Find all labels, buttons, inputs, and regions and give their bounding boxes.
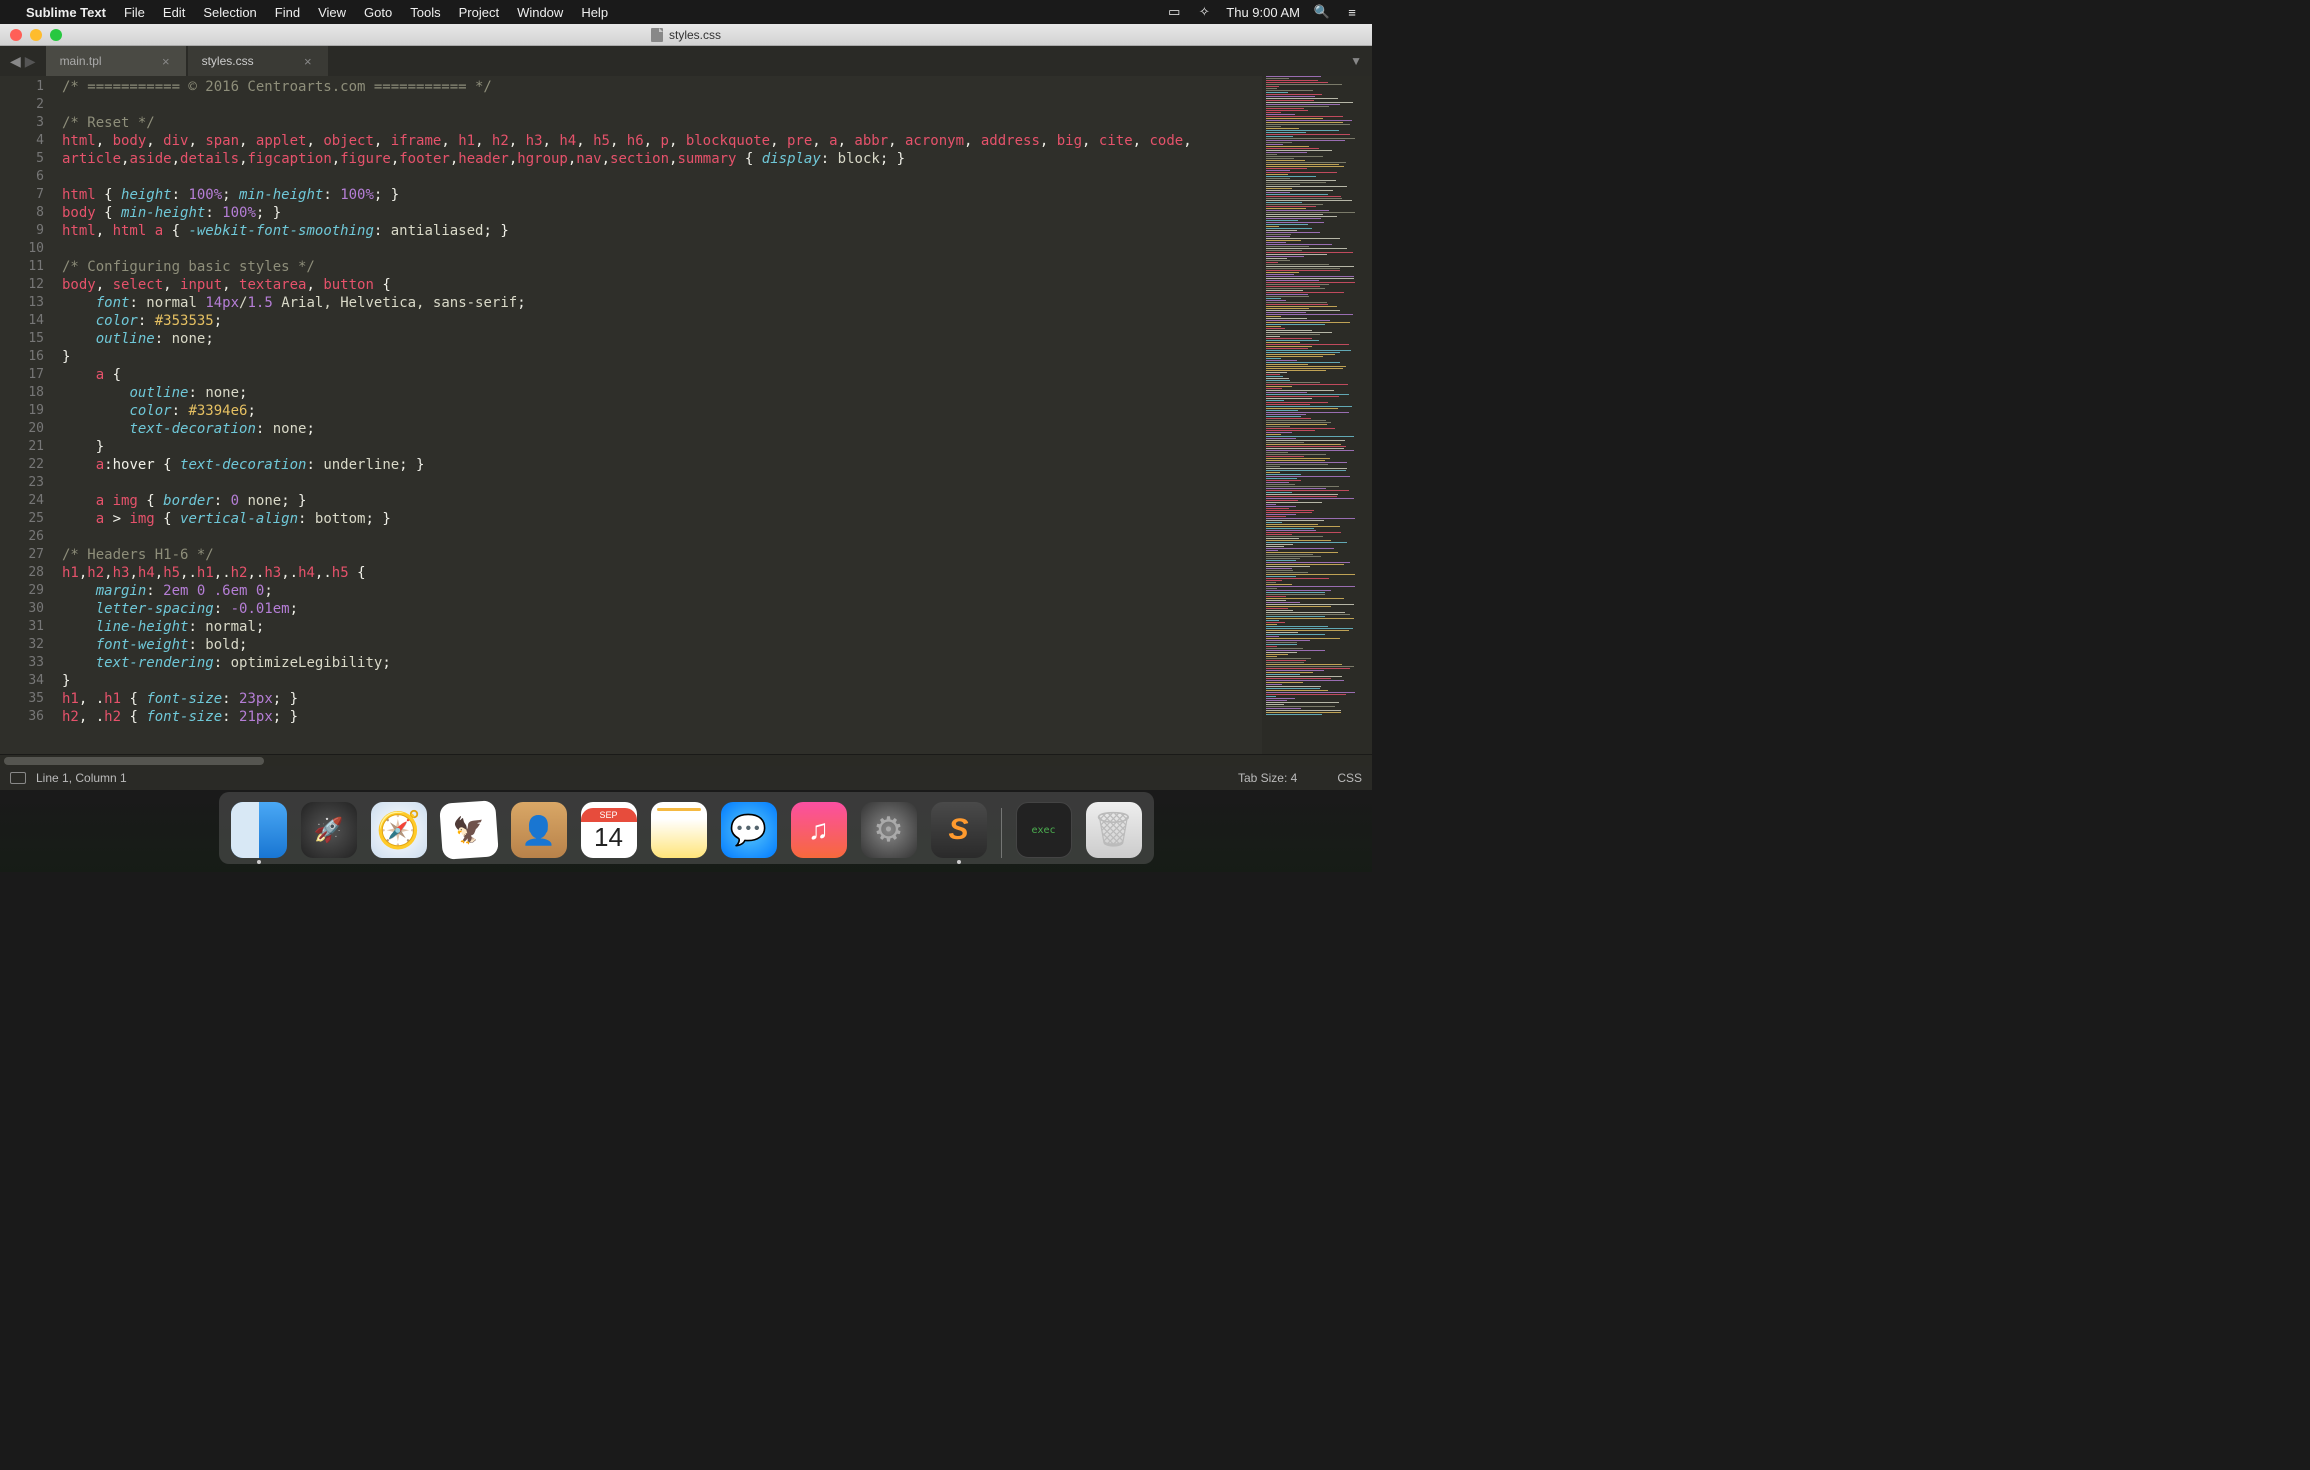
menu-find[interactable]: Find [275,5,300,20]
tab-styles-css[interactable]: styles.css × [188,46,328,76]
dock-system-preferences-icon[interactable] [861,802,917,858]
tab-strip: ◀ ▶ main.tpl × styles.css × ▼ [0,46,1372,76]
document-icon [651,28,663,42]
calendar-day: 14 [594,822,623,853]
tab-main-tpl[interactable]: main.tpl × [46,46,186,76]
menu-window[interactable]: Window [517,5,563,20]
forward-arrow-icon[interactable]: ▶ [25,53,36,70]
window-zoom-button[interactable] [50,29,62,41]
dock: SEP 14 [219,792,1154,864]
calendar-month: SEP [581,808,637,822]
window-title: styles.css [669,28,721,42]
menu-goto[interactable]: Goto [364,5,392,20]
menu-tools[interactable]: Tools [410,5,440,20]
minimap[interactable] [1262,76,1372,754]
menu-edit[interactable]: Edit [163,5,185,20]
tab-close-icon[interactable]: × [304,54,312,69]
dock-finder-icon[interactable] [231,802,287,858]
dock-messages-icon[interactable] [721,802,777,858]
app-name[interactable]: Sublime Text [26,5,106,20]
tab-label: main.tpl [60,54,144,68]
dock-calendar-icon[interactable]: SEP 14 [581,802,637,858]
panel-switcher-icon[interactable] [10,772,26,784]
menu-selection[interactable]: Selection [203,5,256,20]
window-minimize-button[interactable] [30,29,42,41]
window-titlebar: styles.css [0,24,1372,46]
dock-divider [1001,808,1002,858]
menu-project[interactable]: Project [459,5,499,20]
dock-safari-icon[interactable] [371,802,427,858]
traffic-lights [10,29,62,41]
menu-view[interactable]: View [318,5,346,20]
scrollbar-thumb[interactable] [4,757,264,765]
dock-launchpad-icon[interactable] [301,802,357,858]
dock-contacts-icon[interactable] [511,802,567,858]
status-tab-size[interactable]: Tab Size: 4 [1238,771,1297,785]
dock-notes-icon[interactable] [651,802,707,858]
dock-terminal-icon[interactable] [1016,802,1072,858]
tab-label: styles.css [202,54,286,68]
menu-file[interactable]: File [124,5,145,20]
macos-menubar: Sublime Text File Edit Selection Find Vi… [0,0,1372,24]
dock-itunes-icon[interactable] [791,802,847,858]
menubar-clock[interactable]: Thu 9:00 AM [1226,5,1300,20]
tab-close-icon[interactable]: × [162,54,170,69]
menu-help[interactable]: Help [581,5,608,20]
dock-sublime-text-icon[interactable] [931,802,987,858]
screen-share-icon[interactable]: ▭ [1166,4,1182,20]
dock-trash-icon[interactable] [1086,802,1142,858]
status-cursor-position[interactable]: Line 1, Column 1 [36,771,127,785]
status-syntax[interactable]: CSS [1337,771,1362,785]
tab-overflow-icon[interactable]: ▼ [1350,54,1362,68]
editor-area: 1234567891011121314151617181920212223242… [0,76,1372,754]
dock-mail-icon[interactable] [439,800,499,860]
notification-center-icon[interactable]: ≡ [1344,4,1360,20]
dock-area: SEP 14 [0,792,1372,872]
spotlight-icon[interactable]: 🔍 [1314,4,1330,20]
line-gutter: 1234567891011121314151617181920212223242… [0,76,54,754]
tab-nav-arrows: ◀ ▶ [0,46,46,76]
back-arrow-icon[interactable]: ◀ [10,53,21,70]
status-bar: Line 1, Column 1 Tab Size: 4 CSS [0,766,1372,790]
horizontal-scrollbar[interactable] [0,754,1372,766]
window-close-button[interactable] [10,29,22,41]
code-content[interactable]: /* =========== © 2016 Centroarts.com ===… [54,76,1262,754]
script-menu-icon[interactable]: ✧ [1196,4,1212,20]
